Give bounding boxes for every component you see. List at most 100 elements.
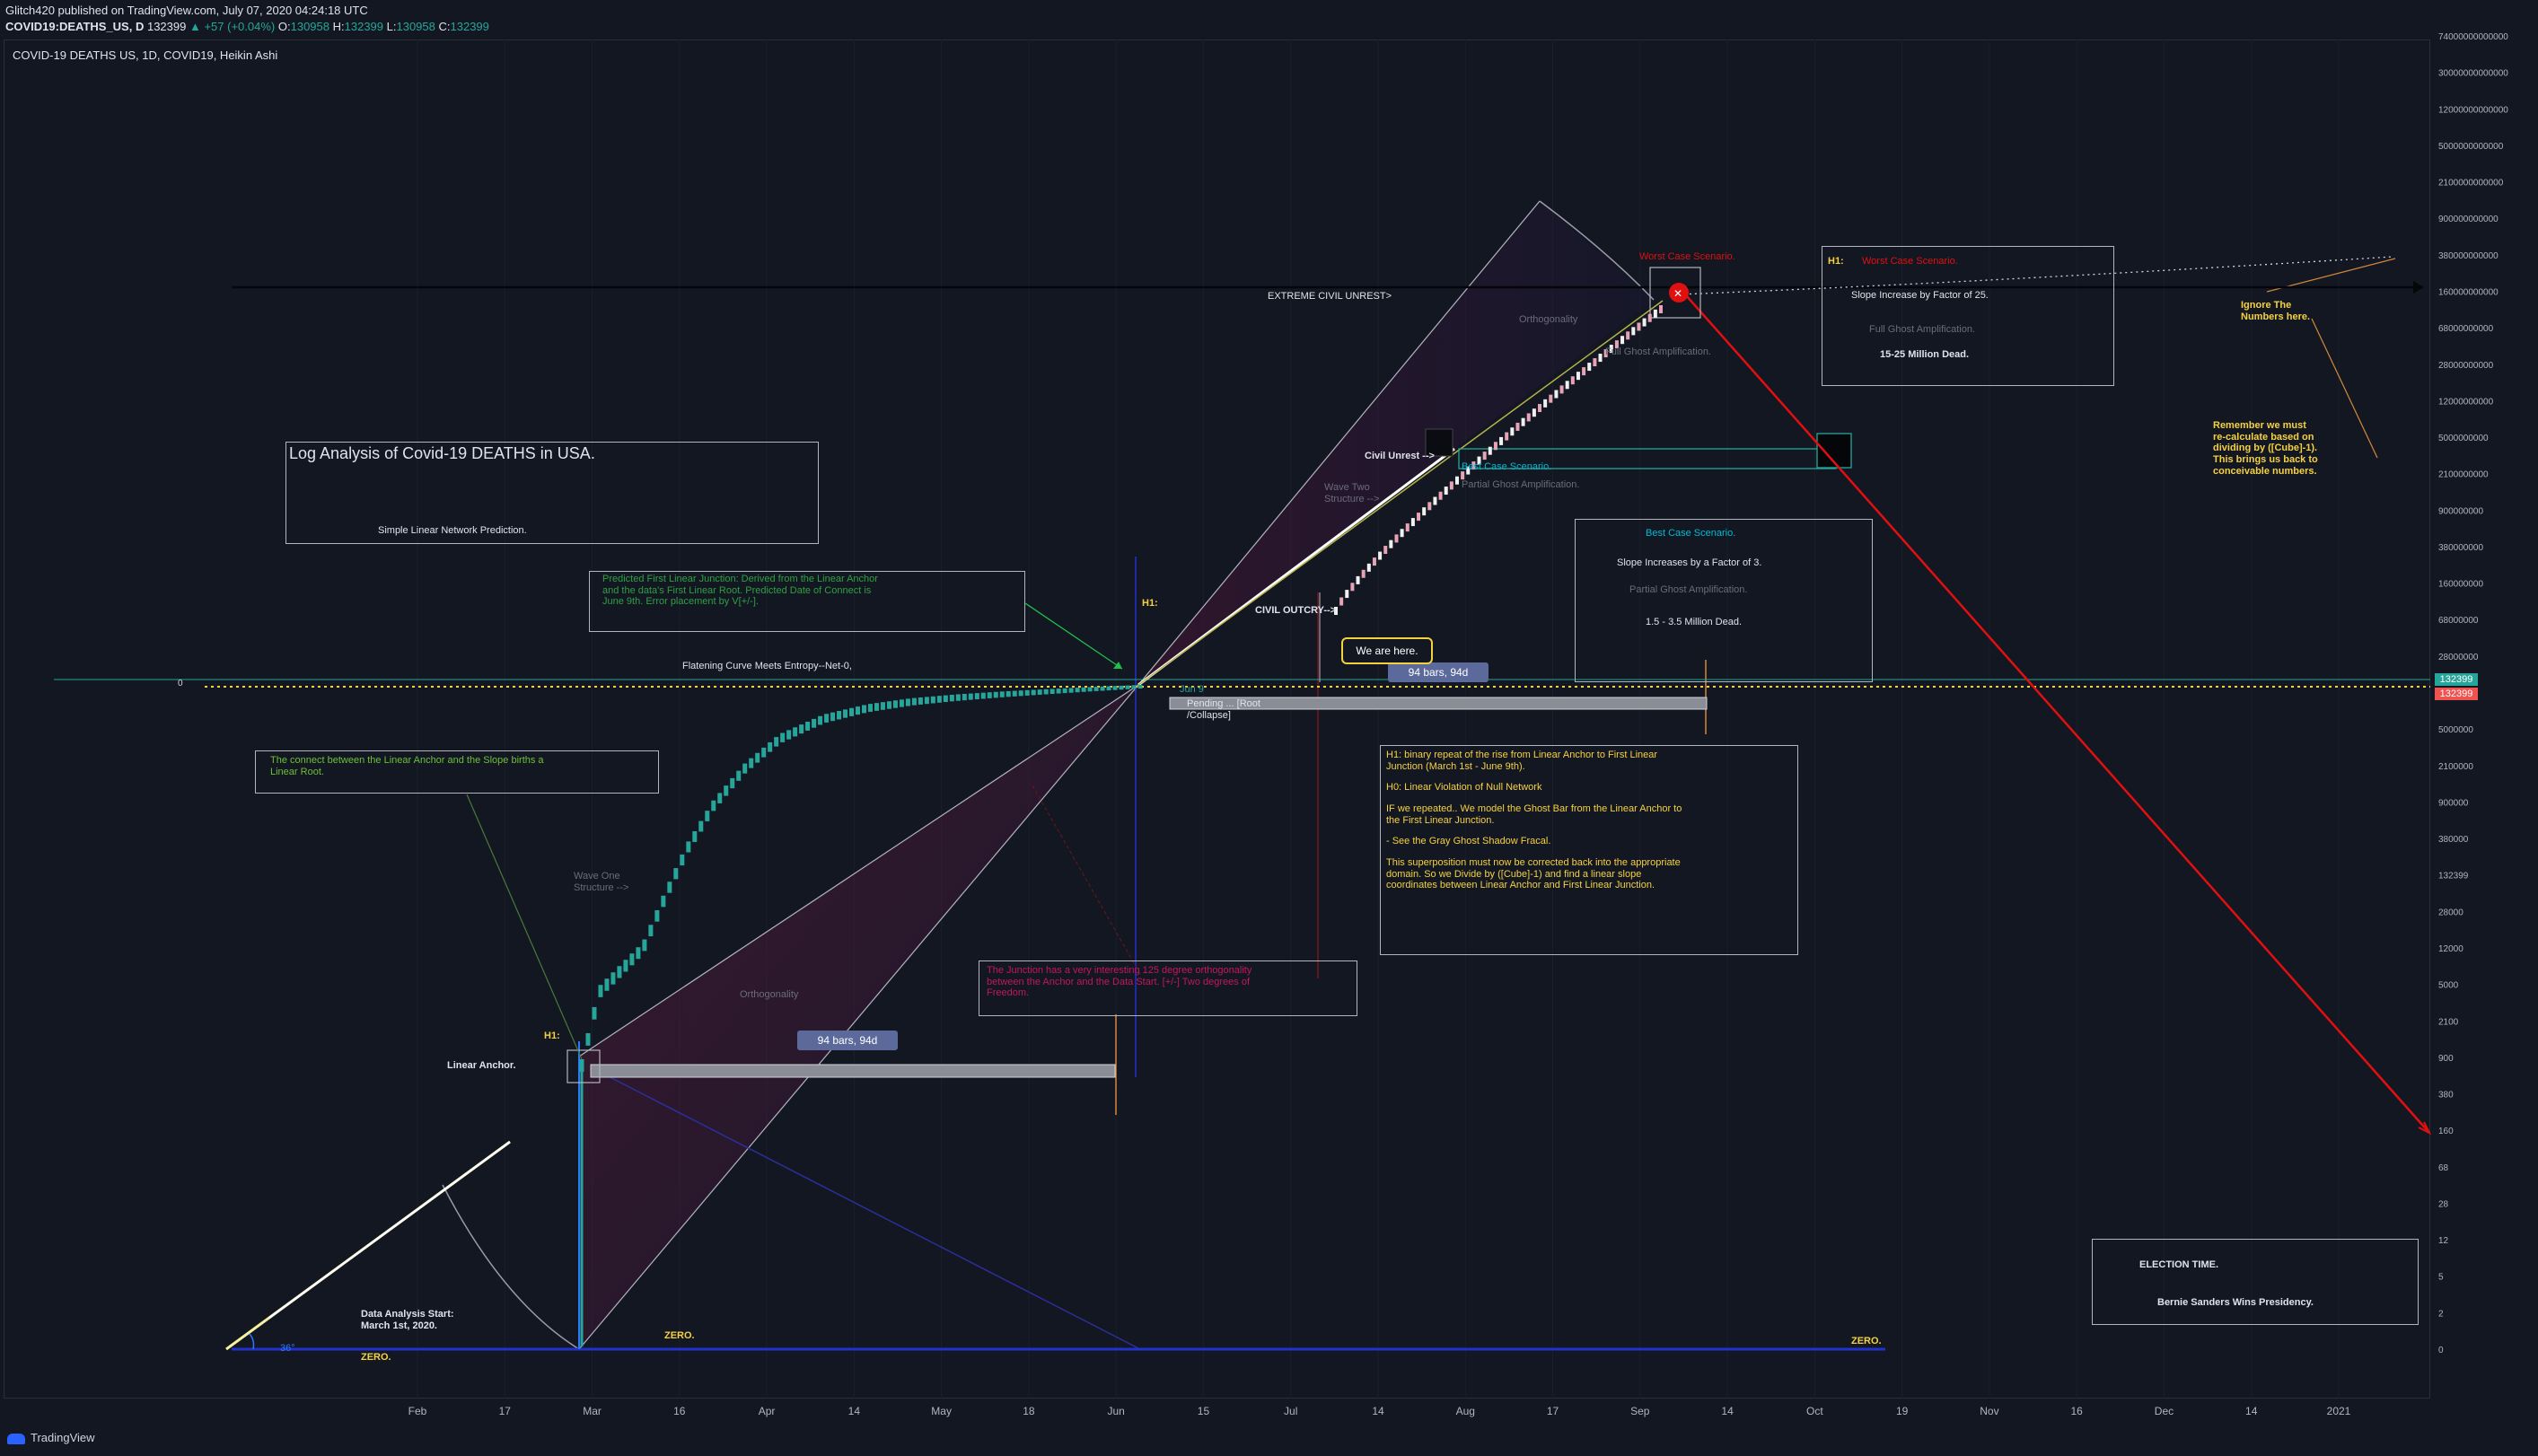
bars-count-low[interactable]: 94 bars, 94d — [797, 1031, 898, 1050]
h1-mid-label: H1: — [1142, 598, 1158, 609]
green-arrowhead — [1113, 662, 1122, 669]
ghost-candle — [1383, 546, 1388, 555]
connect-note-line — [466, 794, 583, 1060]
data-candle — [761, 747, 767, 758]
data-candle — [648, 925, 654, 937]
h1-box-p4: - See the Gray Ghost Shadow Fracal. — [1386, 836, 1551, 846]
data-candle — [1112, 686, 1118, 690]
predicted-junction-box[interactable]: Predicted First Linear Junction: Derived… — [589, 571, 1025, 632]
y-tick-label: 5000 — [2438, 981, 2459, 991]
ghost-candle — [1653, 309, 1657, 318]
tradingview-logo[interactable]: TradingView — [7, 1431, 95, 1444]
x-tick-label: 16 — [673, 1405, 686, 1417]
bars-count-high[interactable]: 94 bars, 94d — [1388, 662, 1489, 682]
data-candle — [1049, 689, 1055, 695]
wave-two-label: Wave Two Structure --> — [1324, 482, 1380, 504]
x-tick-label: Nov — [1980, 1405, 1998, 1417]
data-candle — [673, 868, 679, 880]
y-tick-label: 900 — [2438, 1054, 2454, 1064]
best-case-mid-label: Best Case Scenario. — [1462, 461, 1552, 472]
data-candle — [1119, 685, 1124, 690]
ghost-candle — [1422, 507, 1427, 516]
x-tick-label: 14 — [848, 1405, 861, 1417]
h1-box-p2: H0: Linear Violation of Null Network — [1386, 782, 1542, 793]
main-title-box[interactable]: Log Analysis of Covid-19 DEATHS in USA. … — [285, 442, 819, 544]
ghost-candle — [1345, 590, 1349, 599]
ghost-candle — [1521, 417, 1525, 426]
data-candle — [705, 811, 710, 821]
data-candle — [654, 910, 660, 922]
data-candle — [1131, 685, 1137, 689]
ghost-candle — [1410, 518, 1415, 527]
data-candle — [1125, 685, 1130, 689]
data-candle — [636, 947, 641, 960]
ghost-candle — [1433, 496, 1437, 505]
data-candle — [824, 714, 830, 723]
x-tick-label: 18 — [1023, 1405, 1035, 1417]
y-tick-label: 28000000 — [2438, 653, 2479, 662]
junction-note-box[interactable]: The Junction has a very interesting 125 … — [979, 960, 1357, 1016]
h1-hypothesis-box[interactable]: H1: binary repeat of the rise from Linea… — [1380, 745, 1798, 955]
worst-box-title: Worst Case Scenario. — [1862, 256, 1958, 267]
data-candle — [805, 721, 811, 731]
data-candle — [629, 953, 635, 966]
chart-canvas[interactable]: ✕ Feb 17 Mar 16 Apr 14 May 18 Jun 15 Jul 14 Aug 17 Sep… — [0, 0, 2538, 1456]
ghost-candle — [1339, 597, 1344, 606]
best-case-scenario-box[interactable]: Best Case Scenario. Slope Increases by a… — [1575, 519, 1873, 682]
ghost-candle — [1394, 534, 1399, 543]
data-candle — [1106, 686, 1111, 691]
pending-label: Pending ... [Root /Collapse] — [1187, 698, 1260, 721]
x-tick-label: 14 — [1372, 1405, 1384, 1417]
ghost-candle — [1361, 569, 1366, 578]
extreme-unrest-label: EXTREME CIVIL UNREST> — [1268, 291, 1392, 302]
x-tick-label: Aug — [1456, 1405, 1475, 1417]
y-tick-label: 5000000000000 — [2438, 142, 2504, 152]
data-start-label: Data Analysis Start: March 1st, 2020. — [361, 1309, 454, 1331]
data-candle — [818, 715, 823, 725]
data-candle — [1081, 687, 1086, 692]
worst-case-scenario-box[interactable]: H1: Worst Case Scenario. Slope Increase … — [1822, 246, 2114, 386]
data-candle — [774, 737, 779, 747]
y-tick-label: 900000 — [2438, 798, 2469, 808]
x-tick-label: Sep — [1630, 1405, 1650, 1417]
y-tick-label: 380000000000 — [2438, 251, 2498, 261]
y-tick-label: 160 — [2438, 1127, 2454, 1136]
connect-note-box[interactable]: The connect between the Linear Anchor an… — [255, 750, 659, 794]
data-candle — [793, 727, 798, 737]
flattening-label: Flatening Curve Meets Entropy--Net-0, — [682, 661, 852, 671]
y-tick-label: 68000000 — [2438, 616, 2479, 626]
best-box-line1: Slope Increases by a Factor of 3. — [1617, 557, 1762, 568]
ghost-candle — [1626, 331, 1630, 340]
data-candle — [849, 707, 855, 716]
data-candle — [661, 895, 666, 908]
y-tick-label: 160000000000 — [2438, 287, 2498, 297]
ghost-candle — [1570, 376, 1575, 385]
data-candle — [1100, 686, 1105, 691]
data-candle — [899, 699, 904, 707]
data-candle — [667, 881, 672, 893]
data-candle — [1018, 690, 1023, 697]
h1-box-p1: H1: binary repeat of the rise from Linea… — [1386, 750, 1658, 772]
ghost-candle — [1659, 305, 1663, 313]
data-candle — [1075, 688, 1080, 693]
data-candle — [892, 700, 898, 708]
data-candle — [1093, 687, 1099, 691]
main-subtitle: Simple Linear Network Prediction. — [378, 525, 527, 536]
data-candle — [955, 694, 961, 701]
data-candle — [1012, 690, 1017, 697]
data-candle — [837, 711, 842, 720]
x-tick-label: 14 — [2245, 1405, 2258, 1417]
x-tick-label: 16 — [2071, 1405, 2084, 1417]
data-candle — [786, 730, 792, 740]
x-tick-label: 15 — [1198, 1405, 1210, 1417]
data-candle — [1137, 685, 1143, 689]
angle-arc — [249, 1333, 255, 1350]
y-tick-label: 2100000000 — [2438, 470, 2489, 480]
y-tick-label: 2 — [2438, 1309, 2444, 1319]
election-box[interactable]: ELECTION TIME. Bernie Sanders Wins Presi… — [2092, 1239, 2419, 1325]
data-candle — [812, 718, 817, 728]
y-tick-label: 900000000 — [2438, 506, 2483, 516]
data-candle — [755, 752, 760, 763]
data-candle — [949, 694, 954, 702]
brand-label: TradingView — [31, 1431, 95, 1444]
